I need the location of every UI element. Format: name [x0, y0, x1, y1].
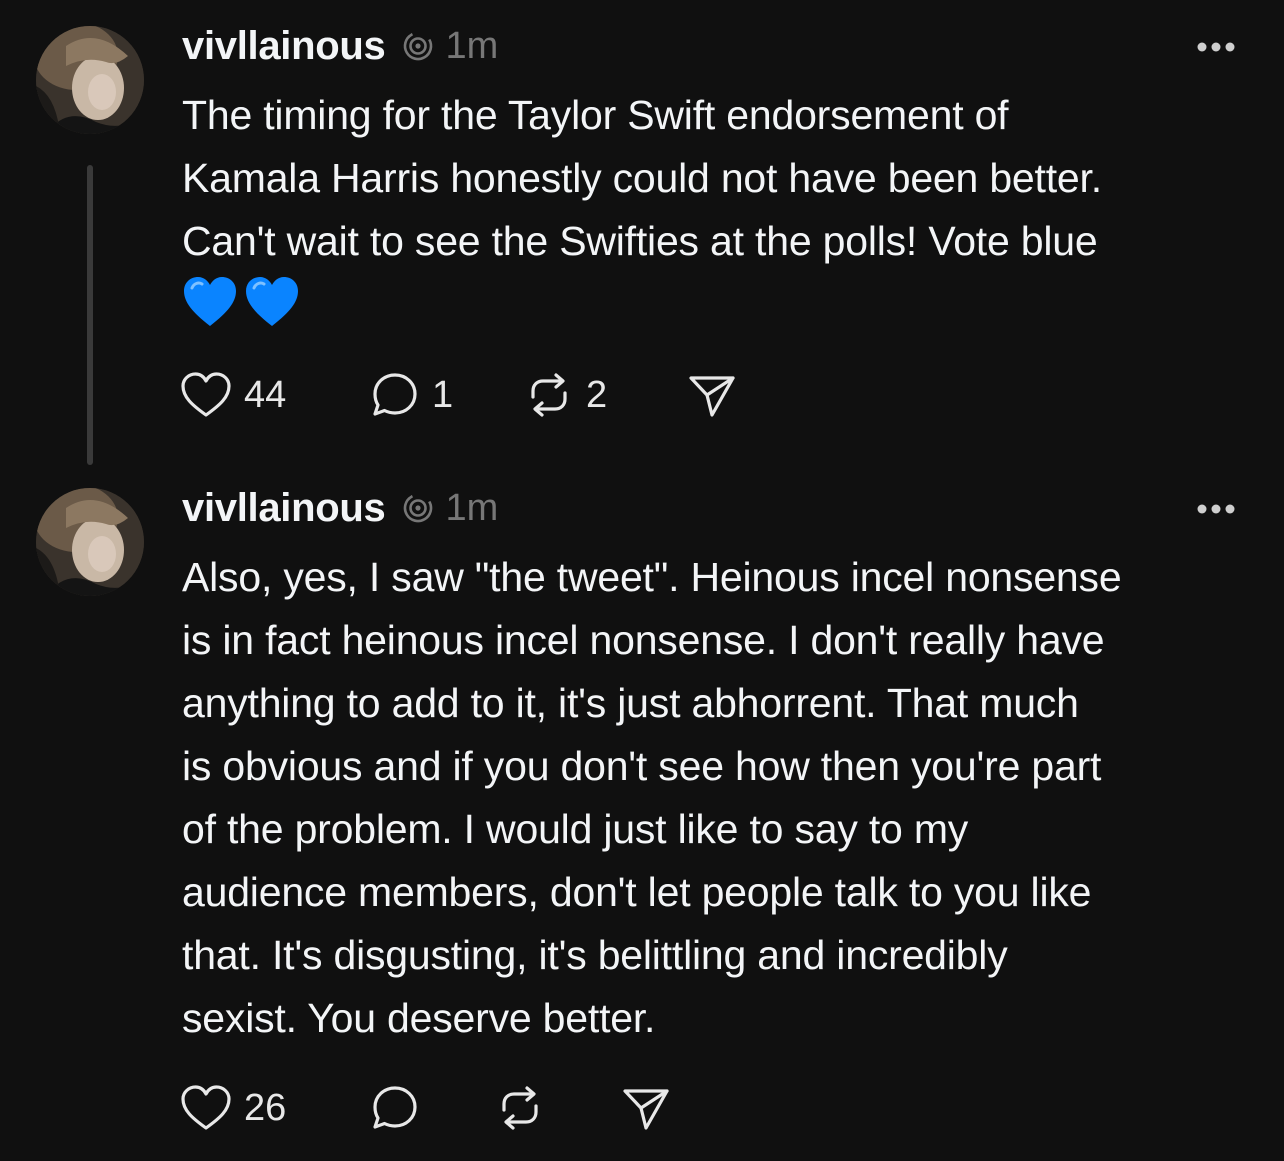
send-icon — [623, 1089, 669, 1130]
repost-count: 2 — [586, 373, 608, 416]
reply-button[interactable] — [370, 1082, 420, 1134]
post-header: vivllainous 1m — [182, 482, 498, 534]
username[interactable]: vivllainous — [182, 24, 386, 69]
blue-heart-emoji — [184, 277, 236, 326]
post-header: vivllainous 1m — [182, 20, 498, 72]
avatar-photo-icon — [36, 26, 144, 134]
share-button[interactable] — [620, 1082, 672, 1134]
repost-button[interactable] — [495, 1082, 545, 1134]
heart-icon — [181, 372, 231, 417]
username[interactable]: vivllainous — [182, 486, 386, 531]
more-options-icon[interactable] — [1196, 40, 1236, 52]
blue-heart-emoji — [246, 277, 298, 326]
heart-icon — [181, 1085, 231, 1130]
reply-button[interactable]: 1 — [370, 369, 453, 421]
emoji-row — [182, 276, 300, 328]
post-text: Also, yes, I saw "the tweet". Heinous in… — [182, 554, 1122, 1041]
repost-button[interactable]: 2 — [524, 369, 607, 421]
like-button[interactable]: 26 — [180, 1082, 286, 1134]
thread-line — [87, 165, 93, 465]
like-button[interactable]: 44 — [180, 369, 286, 421]
more-options-icon[interactable] — [1196, 502, 1236, 514]
send-icon — [689, 376, 735, 417]
post-1: vivllainous 1m The timing for the Taylor… — [0, 0, 1284, 470]
action-bar: 26 — [180, 1082, 700, 1134]
avatar[interactable] — [36, 26, 144, 134]
reply-icon — [373, 1086, 417, 1129]
timestamp: 1m — [445, 24, 499, 67]
reply-count: 1 — [432, 373, 454, 416]
post-text: The timing for the Taylor Swift endorsem… — [182, 92, 1102, 264]
like-count: 26 — [244, 1086, 287, 1129]
fediverse-icon — [401, 29, 435, 63]
repost-icon — [502, 1086, 538, 1130]
share-button[interactable] — [686, 369, 738, 421]
fediverse-icon — [401, 491, 435, 525]
repost-icon — [531, 373, 567, 417]
like-count: 44 — [244, 373, 287, 416]
timestamp: 1m — [445, 486, 499, 529]
avatar[interactable] — [36, 488, 144, 596]
reply-icon — [373, 373, 417, 416]
action-bar: 44 1 2 — [180, 369, 760, 421]
post-2: vivllainous 1m Also, yes, I saw "the twe… — [0, 470, 1284, 1161]
avatar-photo-icon — [36, 488, 144, 596]
